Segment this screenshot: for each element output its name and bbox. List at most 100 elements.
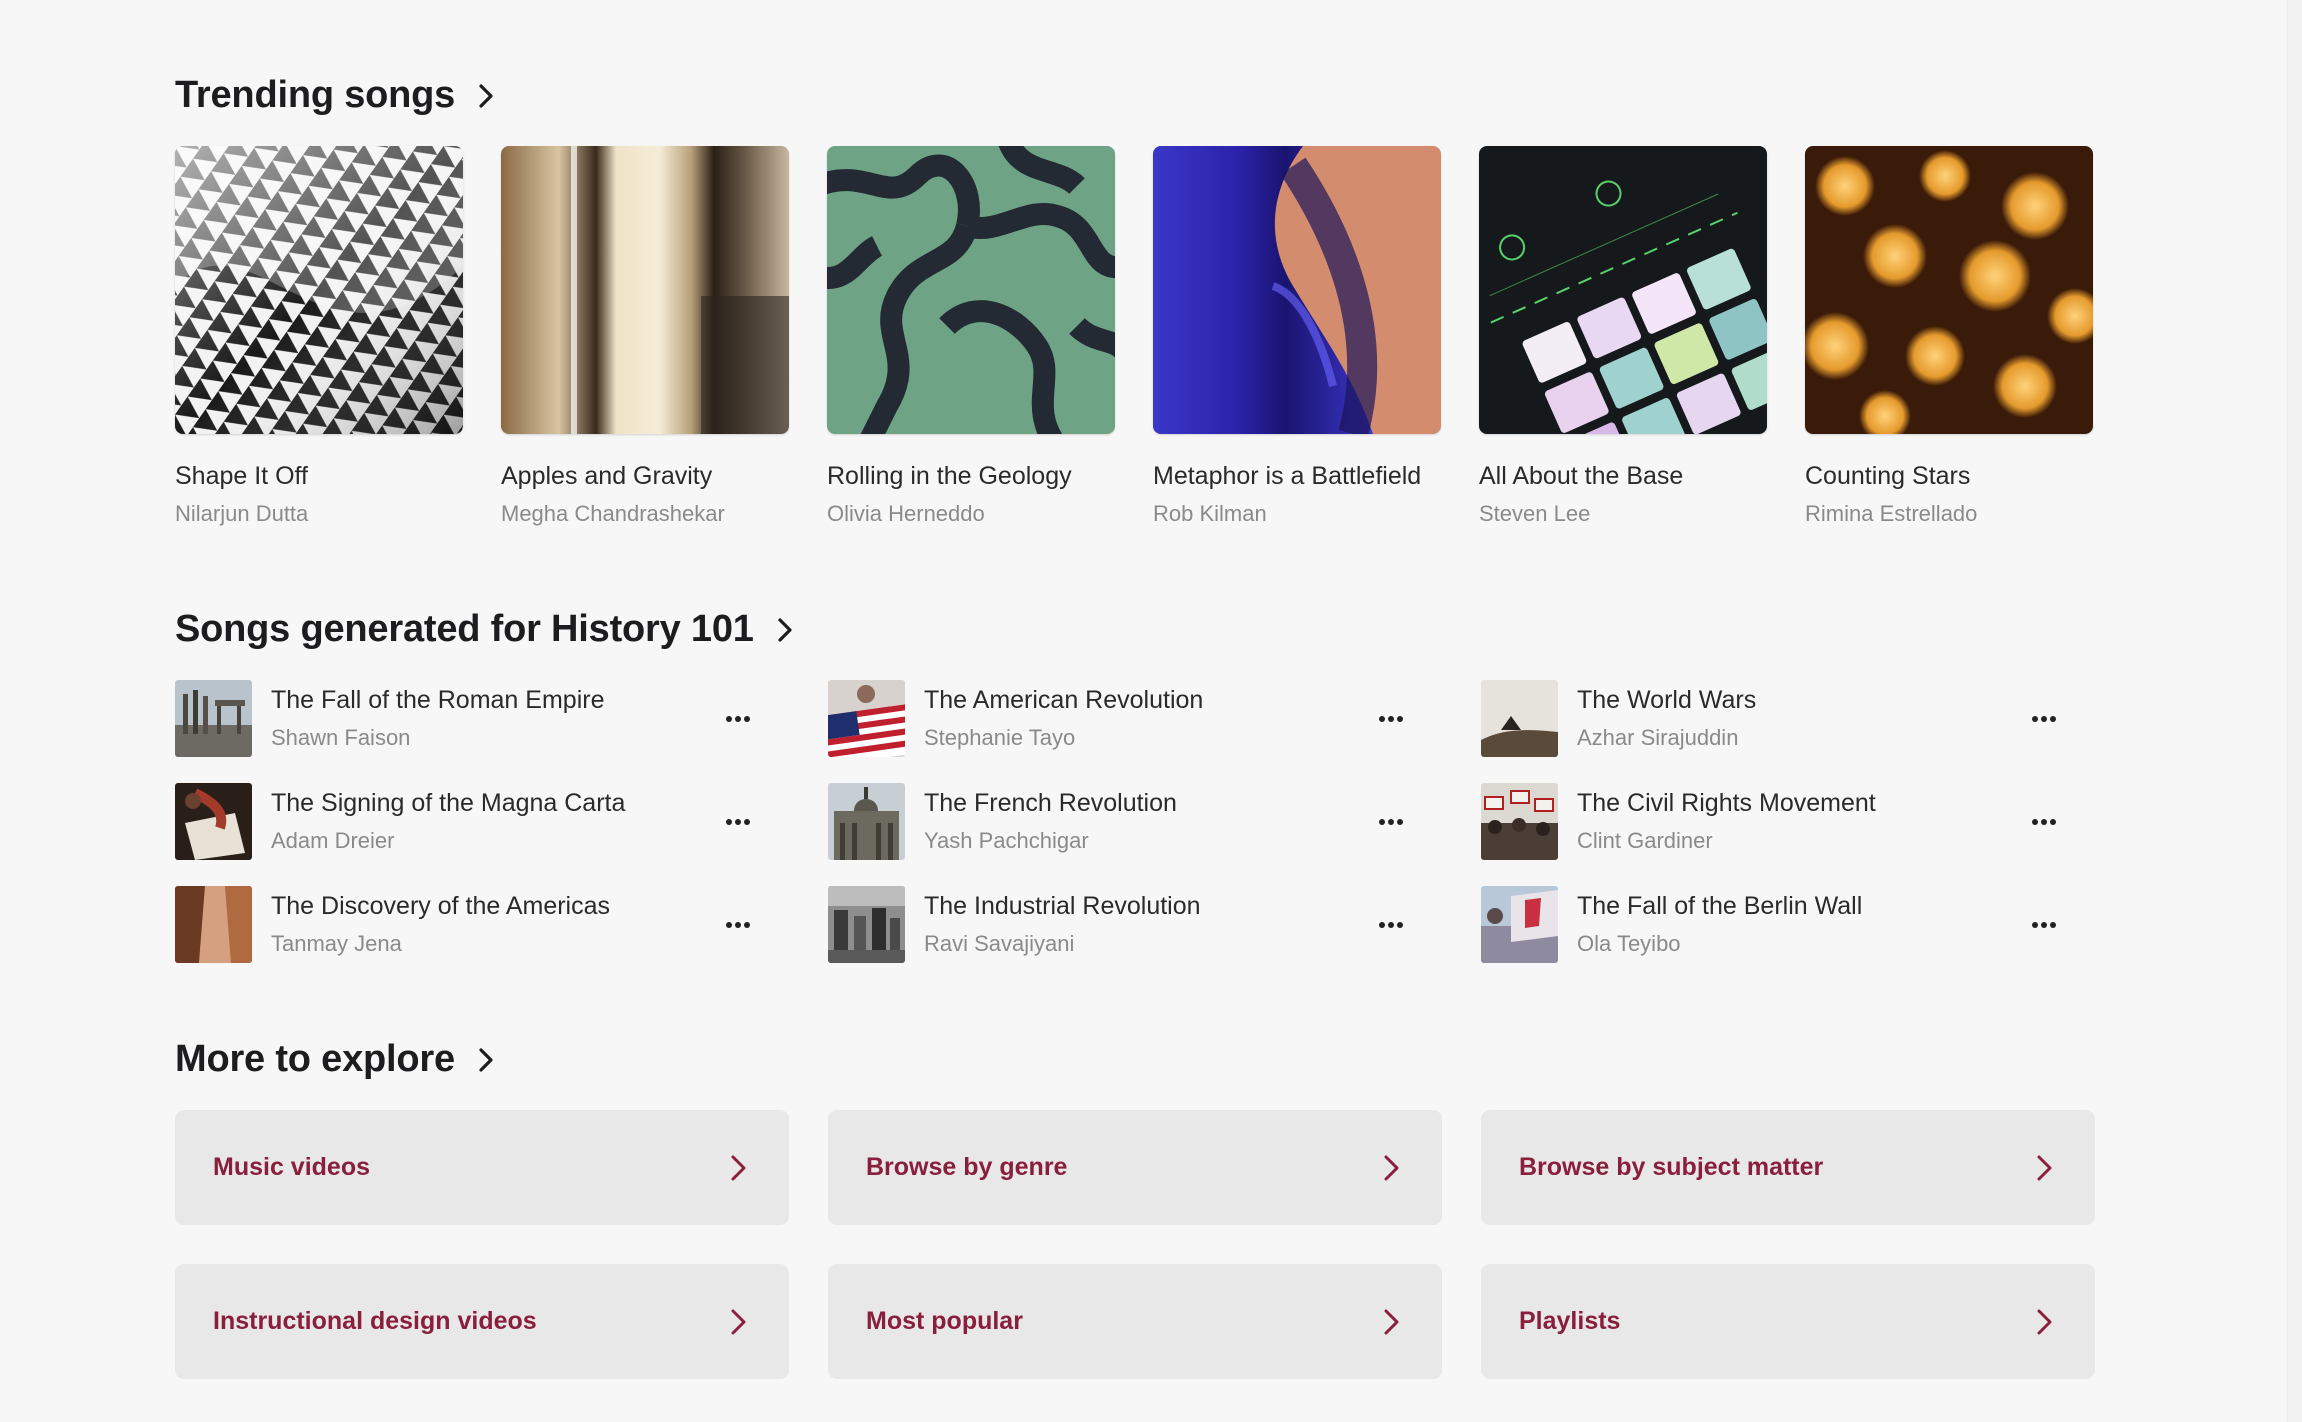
- page-scrollbar[interactable]: [2287, 0, 2302, 1422]
- more-options-icon[interactable]: [723, 704, 753, 734]
- song-artist: Ola Teyibo: [1577, 931, 1681, 956]
- chevron-right-icon: [473, 1047, 499, 1073]
- song-title: All About the Base: [1479, 462, 1684, 490]
- list-item[interactable]: The Fall of the Roman Empire Shawn Faison: [175, 680, 828, 757]
- more-options-icon[interactable]: [1376, 807, 1406, 837]
- chevron-right-icon: [1378, 1155, 1404, 1181]
- song-thumbnail: [1481, 783, 1558, 860]
- song-title: The French Revolution: [924, 789, 1177, 817]
- list-item[interactable]: The French Revolution Yash Pachchigar: [828, 783, 1481, 860]
- explore-section: More to explore Music videos Browse by g…: [175, 1038, 2095, 1379]
- list-item[interactable]: The American Revolution Stephanie Tayo: [828, 680, 1481, 757]
- more-options-icon[interactable]: [723, 910, 753, 940]
- song-title: The American Revolution: [924, 686, 1204, 714]
- explore-heading-link[interactable]: More to explore: [175, 1038, 2095, 1081]
- trending-title: Trending songs: [175, 74, 456, 116]
- history-section: Songs generated for History 101 The Fall…: [175, 608, 2095, 963]
- list-item[interactable]: The Signing of the Magna Carta Adam Dreie…: [175, 783, 828, 860]
- trending-section: Trending songs Shape It Off Nilarjun Dut…: [175, 74, 2095, 526]
- song-title: The Civil Rights Movement: [1577, 789, 1876, 817]
- more-options-icon[interactable]: [2029, 807, 2059, 837]
- song-thumbnail: [175, 680, 252, 757]
- song-artist: Rimina Estrellado: [1805, 501, 1978, 526]
- history-heading-link[interactable]: Songs generated for History 101: [175, 608, 2095, 651]
- song-thumbnail: [175, 886, 252, 963]
- song-artist: Rob Kilman: [1153, 501, 1267, 526]
- album-art: [1805, 146, 2093, 434]
- song-artist: Shawn Faison: [271, 725, 411, 750]
- song-card[interactable]: Shape It Off Nilarjun Dutta: [175, 146, 463, 527]
- list-item[interactable]: The Civil Rights Movement Clint Gardiner: [1481, 783, 2134, 860]
- tile-label: Instructional design videos: [213, 1307, 537, 1335]
- song-card[interactable]: Metaphor is a Battlefield Rob Kilman: [1153, 146, 1441, 527]
- chevron-right-icon: [1378, 1309, 1404, 1335]
- song-artist: Adam Dreier: [271, 828, 395, 853]
- explore-tile-most-popular[interactable]: Most popular: [828, 1264, 1442, 1379]
- song-title: The Discovery of the Americas: [271, 892, 611, 920]
- song-card[interactable]: Counting Stars Rimina Estrellado: [1805, 146, 2093, 527]
- song-title: Shape It Off: [175, 462, 308, 490]
- album-art: [1153, 146, 1441, 434]
- more-options-icon[interactable]: [1376, 910, 1406, 940]
- chevron-right-icon: [725, 1309, 751, 1335]
- song-thumbnail: [828, 783, 905, 860]
- list-item[interactable]: The Discovery of the Americas Tanmay Jena: [175, 886, 828, 963]
- album-art: [827, 146, 1115, 434]
- history-song-list: The Fall of the Roman Empire Shawn Faison…: [175, 680, 2134, 963]
- trending-carousel: Shape It Off Nilarjun Dutta Apples and G…: [175, 146, 2093, 527]
- song-artist: Megha Chandrashekar: [501, 501, 725, 526]
- more-options-icon[interactable]: [2029, 910, 2059, 940]
- song-title: The Fall of the Berlin Wall: [1577, 892, 1863, 920]
- explore-tile-instructional-design-videos[interactable]: Instructional design videos: [175, 1264, 789, 1379]
- song-card[interactable]: All About the Base Steven Lee: [1479, 146, 1767, 527]
- explore-tiles: Music videos Browse by genre Browse by s…: [175, 1110, 2095, 1379]
- explore-tile-playlists[interactable]: Playlists: [1481, 1264, 2095, 1379]
- explore-tile-browse-by-genre[interactable]: Browse by genre: [828, 1110, 1442, 1225]
- list-item[interactable]: The Industrial Revolution Ravi Savajiyani: [828, 886, 1481, 963]
- album-art: [1479, 146, 1767, 434]
- song-title: Apples and Gravity: [501, 462, 713, 490]
- explore-tile-music-videos[interactable]: Music videos: [175, 1110, 789, 1225]
- history-title: Songs generated for History 101: [175, 608, 754, 650]
- tile-label: Music videos: [213, 1153, 370, 1181]
- song-artist: Azhar Sirajuddin: [1577, 725, 1739, 750]
- trending-heading-link[interactable]: Trending songs: [175, 74, 2095, 117]
- tile-label: Most popular: [866, 1307, 1023, 1335]
- song-title: The Signing of the Magna Carta: [271, 789, 626, 817]
- song-card[interactable]: Apples and Gravity Megha Chandrashekar: [501, 146, 789, 527]
- song-title: Counting Stars: [1805, 462, 1971, 490]
- chevron-right-icon: [2031, 1155, 2057, 1181]
- song-artist: Steven Lee: [1479, 501, 1591, 526]
- song-thumbnail: [175, 783, 252, 860]
- explore-tile-browse-by-subject[interactable]: Browse by subject matter: [1481, 1110, 2095, 1225]
- song-artist: Nilarjun Dutta: [175, 501, 309, 526]
- more-options-icon[interactable]: [2029, 704, 2059, 734]
- song-artist: Yash Pachchigar: [924, 828, 1089, 853]
- song-artist: Stephanie Tayo: [924, 725, 1076, 750]
- chevron-right-icon: [772, 617, 798, 643]
- song-thumbnail: [828, 680, 905, 757]
- song-card[interactable]: Rolling in the Geology Olivia Herneddo: [827, 146, 1115, 527]
- song-title: Metaphor is a Battlefield: [1153, 462, 1422, 490]
- list-item[interactable]: The Fall of the Berlin Wall Ola Teyibo: [1481, 886, 2134, 963]
- song-thumbnail: [1481, 886, 1558, 963]
- song-artist: Tanmay Jena: [271, 931, 402, 956]
- tile-label: Playlists: [1519, 1307, 1621, 1335]
- song-title: The Fall of the Roman Empire: [271, 686, 605, 714]
- tile-label: Browse by genre: [866, 1153, 1068, 1181]
- chevron-right-icon: [473, 83, 499, 109]
- list-item[interactable]: The World Wars Azhar Sirajuddin: [1481, 680, 2134, 757]
- song-title: Rolling in the Geology: [827, 462, 1072, 490]
- song-artist: Ravi Savajiyani: [924, 931, 1075, 956]
- album-art: [175, 146, 463, 434]
- song-title: The Industrial Revolution: [924, 892, 1201, 920]
- chevron-right-icon: [2031, 1309, 2057, 1335]
- song-artist: Olivia Herneddo: [827, 501, 985, 526]
- more-options-icon[interactable]: [1376, 704, 1406, 734]
- song-title: The World Wars: [1577, 686, 1757, 714]
- chevron-right-icon: [725, 1155, 751, 1181]
- song-thumbnail: [1481, 680, 1558, 757]
- album-art: [501, 146, 789, 434]
- song-artist: Clint Gardiner: [1577, 828, 1713, 853]
- more-options-icon[interactable]: [723, 807, 753, 837]
